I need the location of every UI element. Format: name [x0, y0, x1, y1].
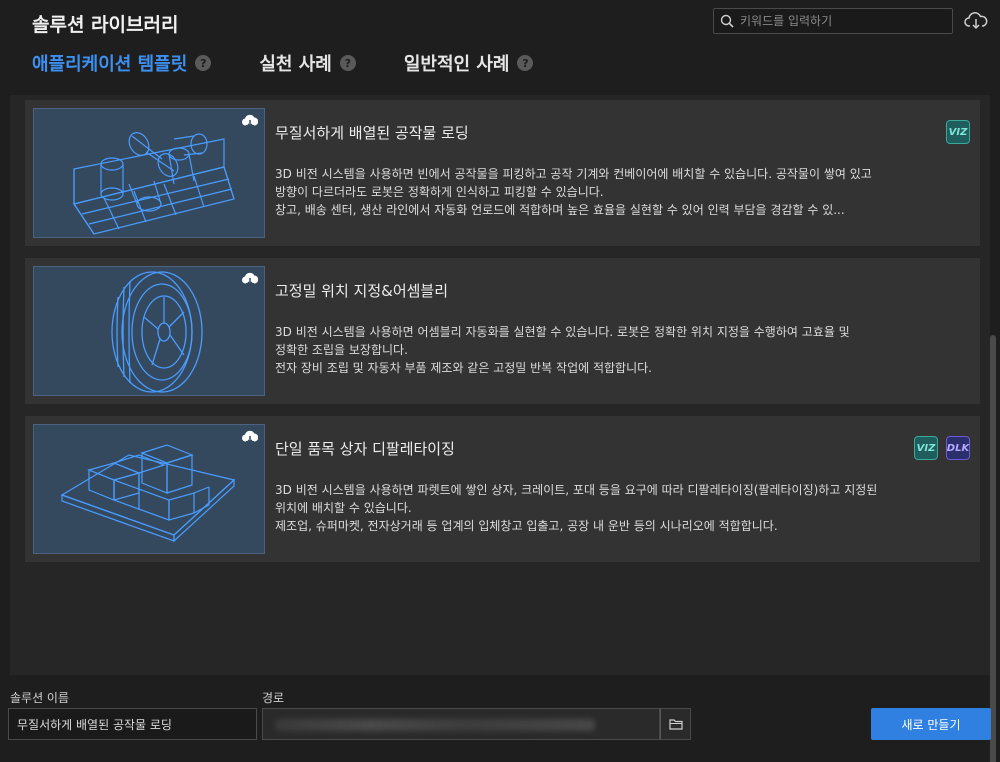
download-icon[interactable]	[242, 272, 258, 286]
tab-label: 실천 사례	[259, 54, 332, 75]
card-badges: VIZ DLK	[906, 436, 970, 460]
create-new-button[interactable]: 새로 만들기	[871, 708, 991, 740]
card-title: 고정밀 위치 지정&어셈블리	[275, 282, 449, 300]
solution-name-label: 솔루션 이름	[10, 691, 70, 705]
folder-icon	[668, 719, 683, 730]
tab-label: 일반적인 사례	[403, 54, 510, 75]
desc-line: 3D 비전 시스템을 사용하면 빈에서 공작물을 피킹하고 공작 기계와 컨베이…	[275, 167, 872, 181]
download-icon[interactable]	[242, 114, 258, 128]
template-card-depalletizing[interactable]: 단일 품목 상자 디팔레타이징 VIZ DLK 3D 비전 시스템을 사용하면 …	[25, 416, 980, 562]
card-title: 단일 품목 상자 디팔레타이징	[275, 440, 455, 458]
help-icon[interactable]: ?	[195, 55, 212, 71]
download-icon[interactable]	[242, 430, 258, 444]
search-icon	[720, 14, 734, 28]
desc-line: 전자 장비 조립 및 자동차 부품 제조와 같은 고정밀 반복 작업에 적합합니…	[275, 361, 652, 375]
dlk-badge-icon: DLK	[946, 436, 970, 460]
desc-line: 창고, 배송 센터, 생산 라인에서 자동화 언로드에 적합하며 높은 효율을 …	[275, 203, 845, 217]
template-card-precision-assembly[interactable]: 고정밀 위치 지정&어셈블리 3D 비전 시스템을 사용하면 어셈블리 자동화를…	[25, 258, 980, 404]
template-thumbnail	[33, 424, 265, 554]
template-thumbnail	[33, 108, 265, 238]
desc-line: 정확한 조립을 보장합니다.	[275, 343, 408, 357]
template-list-panel: 무질서하게 배열된 공작물 로딩 VIZ 3D 비전 시스템을 사용하면 빈에서…	[10, 95, 996, 762]
cloud-download-button[interactable]	[962, 8, 990, 34]
card-description: 3D 비전 시스템을 사용하면 어셈블리 자동화를 실현할 수 있습니다. 로봇…	[275, 323, 975, 377]
cylinders-in-bin-icon	[73, 132, 235, 235]
template-thumbnail	[33, 266, 265, 396]
tire-wheel-icon	[111, 271, 203, 393]
cloud-download-icon	[964, 12, 988, 30]
solution-name-input[interactable]	[8, 708, 257, 740]
search-input[interactable]	[740, 14, 940, 28]
desc-line: 제조업, 슈퍼마켓, 전자상거래 등 업계의 입체창고 입출고, 공장 내 운반…	[275, 519, 778, 533]
card-title: 무질서하게 배열된 공작물 로딩	[275, 124, 469, 142]
card-badges: VIZ	[938, 120, 970, 144]
template-card-random-loading[interactable]: 무질서하게 배열된 공작물 로딩 VIZ 3D 비전 시스템을 사용하면 빈에서…	[25, 100, 980, 246]
card-description: 3D 비전 시스템을 사용하면 파렛트에 쌓인 상자, 크레이트, 포대 등을 …	[275, 481, 975, 535]
app-title: 솔루션 라이브러리	[32, 14, 179, 36]
path-input[interactable]	[262, 708, 660, 740]
desc-line: 위치에 배치할 수 있습니다.	[275, 501, 412, 515]
path-label: 경로	[262, 691, 285, 705]
card-description: 3D 비전 시스템을 사용하면 빈에서 공작물을 피킹하고 공작 기계와 컨베이…	[275, 165, 975, 219]
viz-badge-icon: VIZ	[946, 120, 970, 144]
list-scrollbar[interactable]	[990, 335, 996, 762]
tab-general-cases[interactable]: 일반적인 사례 ?	[404, 50, 534, 76]
tab-practice-cases[interactable]: 실천 사례 ?	[259, 50, 356, 76]
boxes-on-pallet-icon	[60, 444, 236, 543]
desc-line: 3D 비전 시스템을 사용하면 어셈블리 자동화를 실현할 수 있습니다. 로봇…	[275, 325, 850, 339]
viz-badge-icon: VIZ	[914, 436, 938, 460]
tab-label: 애플리케이션 템플릿	[32, 54, 188, 75]
tab-application-templates[interactable]: 애플리케이션 템플릿 ?	[32, 50, 212, 76]
browse-folder-button[interactable]	[660, 708, 691, 740]
path-value-redacted	[275, 719, 595, 731]
desc-line: 3D 비전 시스템을 사용하면 파렛트에 쌓인 상자, 크레이트, 포대 등을 …	[275, 483, 878, 497]
tab-bar: 애플리케이션 템플릿 ? 실천 사례 ? 일반적인 사례 ?	[32, 50, 581, 76]
help-icon[interactable]: ?	[517, 55, 534, 71]
help-icon[interactable]: ?	[339, 55, 356, 71]
desc-line: 방향이 다르더라도 로봇은 정확하게 인식하고 피킹할 수 있습니다.	[275, 185, 604, 199]
search-box[interactable]	[713, 8, 953, 34]
